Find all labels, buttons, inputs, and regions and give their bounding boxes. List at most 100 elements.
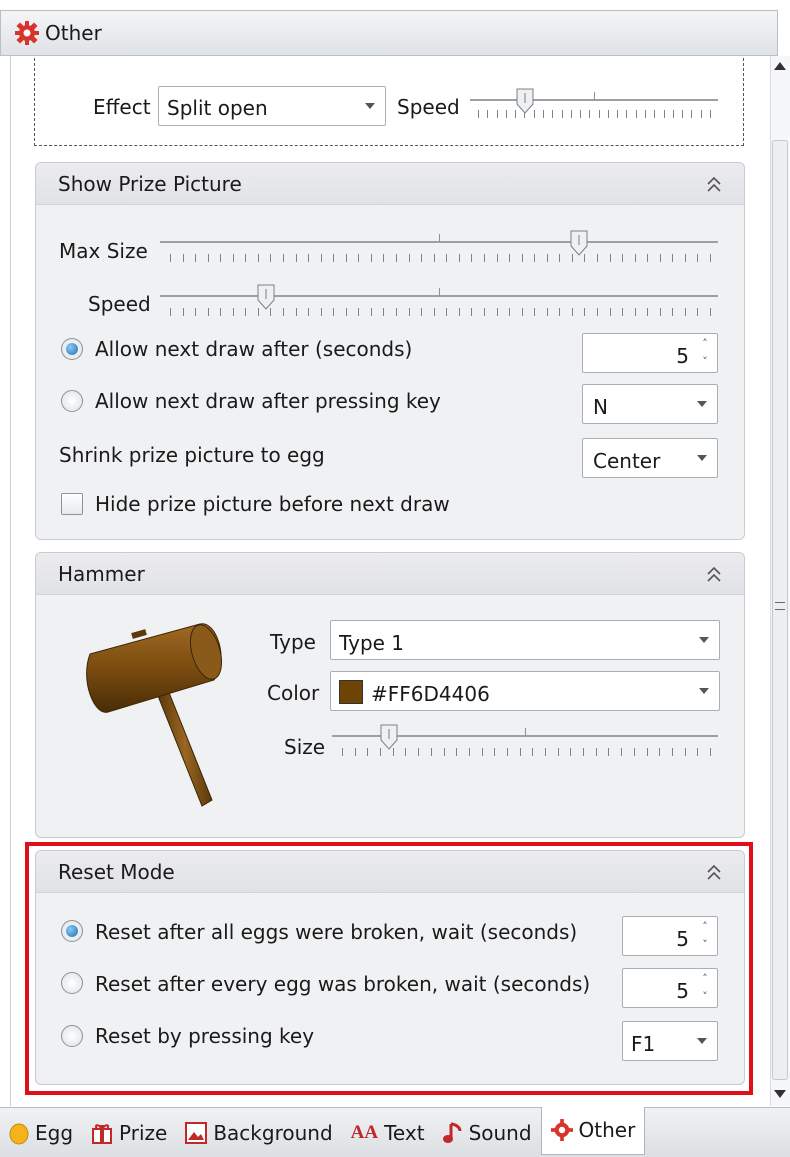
slider-tick [497, 110, 498, 118]
slider-tick [685, 308, 686, 316]
slider-tick [634, 748, 635, 756]
slider-tick [520, 748, 521, 756]
slider-tick [469, 748, 470, 756]
slider-tick [355, 748, 356, 756]
tab-sound-label: Sound [468, 1120, 532, 1145]
tab-other[interactable]: Other [540, 1106, 646, 1155]
slider-thumb[interactable] [516, 88, 534, 114]
effect-label: Effect [93, 95, 151, 119]
slider-tick [183, 254, 184, 262]
slider-tick [283, 254, 284, 262]
slider-thumb[interactable] [257, 284, 275, 310]
hammer-size-slider[interactable] [332, 724, 718, 764]
slider-tick [597, 254, 598, 262]
slider-tick [534, 254, 535, 262]
radio-allow-after-seconds[interactable] [61, 338, 83, 360]
effect-dropdown[interactable]: Split open [158, 86, 386, 126]
effect-speed-slider[interactable] [470, 88, 718, 128]
slider-tick [597, 308, 598, 316]
radio-allow-after-key-label[interactable]: Allow next draw after pressing key [95, 389, 441, 413]
collapse-icon[interactable] [706, 175, 722, 193]
slider-tick [543, 110, 544, 118]
slider-tick [208, 308, 209, 316]
slider-tick [245, 308, 246, 316]
slider-thumb[interactable] [570, 230, 588, 256]
slider-tick [471, 308, 472, 316]
slider-tick [396, 254, 397, 262]
chevron-down-icon [697, 455, 707, 461]
slider-tick [622, 254, 623, 262]
slider-tick [583, 748, 584, 756]
slider-tick [497, 254, 498, 262]
shrink-dropdown[interactable]: Center [582, 438, 718, 478]
max-size-label: Max Size [59, 239, 148, 263]
prize-speed-label: Speed [88, 292, 151, 316]
egg-icon [9, 1123, 29, 1144]
slider-tick [409, 254, 410, 262]
tab-prize[interactable]: Prize [82, 1111, 176, 1155]
slider-tick [245, 254, 246, 262]
slider-tick [434, 308, 435, 316]
radio-allow-after-key[interactable] [61, 390, 83, 412]
tab-background[interactable]: Background [176, 1111, 341, 1155]
max-size-slider[interactable] [160, 230, 718, 270]
chevron-down-icon [365, 103, 375, 109]
seconds-value: 5 [676, 344, 689, 368]
slider-tick [358, 254, 359, 262]
slider-tick [233, 254, 234, 262]
scrollbar-thumb[interactable] [772, 140, 788, 1080]
spin-up-icon[interactable]: ˄ [699, 338, 711, 350]
spin-down-icon[interactable]: ˅ [699, 356, 711, 368]
slider-tick [383, 254, 384, 262]
scroll-grip-icon [775, 602, 785, 610]
picture-icon [185, 1121, 208, 1144]
hammer-panel-header[interactable]: Hammer [36, 553, 744, 595]
radio-allow-after-seconds-label[interactable]: Allow next draw after (seconds) [95, 337, 412, 361]
slider-tick [584, 308, 585, 316]
slider-tick [571, 110, 572, 118]
hide-prize-label[interactable]: Hide prize picture before next draw [95, 492, 450, 516]
slider-tick [296, 254, 297, 262]
slider-tick [509, 308, 510, 316]
scroll-down-arrow[interactable] [774, 1090, 786, 1098]
slider-tick [509, 254, 510, 262]
slider-tick [522, 308, 523, 316]
slider-tick [421, 254, 422, 262]
slider-tick [358, 308, 359, 316]
slider-tick [195, 308, 196, 316]
tab-egg[interactable]: Egg [0, 1111, 82, 1155]
seconds-stepper[interactable]: 5 ˄ ˅ [582, 333, 718, 373]
slider-tick [701, 110, 702, 118]
slider-tick [220, 254, 221, 262]
color-dropdown[interactable]: #FF6D4406 [330, 671, 720, 711]
slider-tick [371, 254, 372, 262]
slider-tick [321, 308, 322, 316]
slider-tick [346, 254, 347, 262]
slider-tick [396, 308, 397, 316]
slider-tick [484, 308, 485, 316]
slider-tick [409, 308, 410, 316]
slider-tick [459, 254, 460, 262]
slider-tick [456, 748, 457, 756]
scroll-up-arrow[interactable] [774, 62, 786, 70]
prize-panel-header[interactable]: Show Prize Picture [36, 163, 744, 205]
slider-tick [333, 308, 334, 316]
slider-thumb[interactable] [380, 724, 398, 750]
key-dropdown[interactable]: N [582, 384, 718, 424]
slider-tick [559, 308, 560, 316]
type-dropdown[interactable]: Type 1 [330, 620, 720, 660]
slider-tick [691, 110, 692, 118]
tab-egg-label: Egg [35, 1120, 74, 1145]
slider-tick [321, 254, 322, 262]
hide-prize-checkbox[interactable] [61, 493, 83, 515]
slider-tick [308, 254, 309, 262]
slider-tick [484, 254, 485, 262]
shrink-label: Shrink prize picture to egg [59, 443, 325, 467]
tab-text-label: Text [384, 1120, 425, 1145]
collapse-icon[interactable] [706, 565, 722, 583]
prize-speed-slider[interactable] [160, 284, 718, 324]
slider-tick [346, 308, 347, 316]
tab-text[interactable]: AA Text [342, 1111, 434, 1155]
tab-sound[interactable]: Sound [434, 1111, 541, 1155]
type-value: Type 1 [339, 631, 405, 655]
